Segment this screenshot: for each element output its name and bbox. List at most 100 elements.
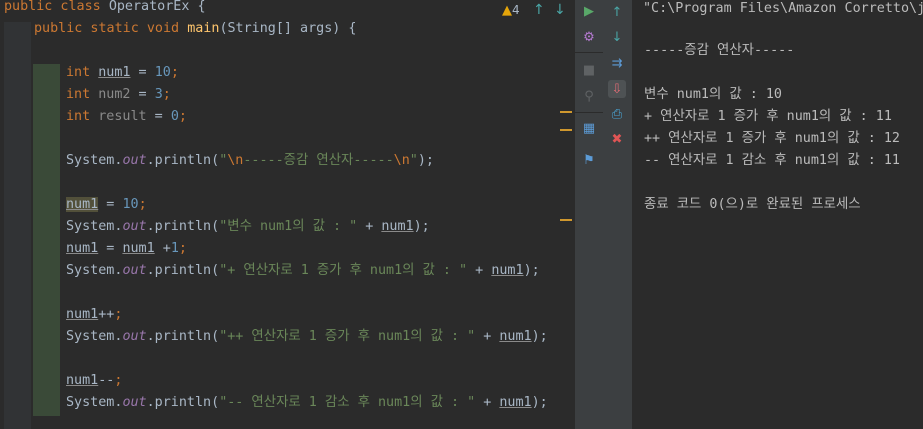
layout-icon[interactable]: ▦ — [580, 119, 598, 137]
keyword: public class — [4, 0, 101, 14]
code-line-print-title[interactable]: System.out.println("\n-----증감 연산자-----\n… — [66, 151, 434, 171]
semicolon: ; — [170, 65, 179, 80]
pin-icon[interactable]: ⚑ — [580, 151, 598, 169]
string-quote: " — [409, 153, 418, 168]
console-line: -- 연산자로 1 감소 후 num1의 값 : 11 — [644, 153, 900, 168]
call-end: ); — [417, 153, 434, 168]
escape-sequence: \n — [393, 153, 410, 168]
stop-icon[interactable]: ■ — [580, 61, 598, 79]
method-call: .println( — [146, 263, 220, 278]
warning-triangle-icon: ▲ — [502, 3, 512, 18]
semicolon: ; — [162, 87, 171, 102]
console-line: 종료 코드 0(으)로 완료된 프로세스 — [644, 197, 861, 212]
operator: + — [475, 329, 500, 344]
operator: = — [130, 65, 155, 80]
variable: num1 — [66, 241, 99, 256]
variable: num1 — [491, 263, 524, 278]
code-editor[interactable]: public class OperatorEx { public static … — [0, 0, 575, 429]
semicolon: ; — [138, 197, 147, 212]
code-line-increment[interactable]: num1++; — [66, 305, 122, 325]
console-line: 변수 num1의 값 : 10 — [644, 87, 782, 102]
keyword: int — [66, 109, 91, 124]
arrow-up-icon[interactable]: ↑ — [533, 2, 545, 18]
number-literal: 3 — [154, 87, 163, 102]
keyword: int — [66, 87, 91, 102]
code-line-print-decrement[interactable]: System.out.println("-- 연산자로 1 감소 후 num1의… — [66, 393, 548, 413]
class-ref: System. — [66, 153, 123, 168]
string-literal: "변수 num1의 값 : " — [219, 219, 358, 234]
static-field: out — [122, 329, 147, 344]
number-literal: 10 — [154, 65, 171, 80]
string-literal: -----증감 연산자----- — [243, 153, 394, 168]
code-line-decl-result[interactable]: int result = 0; — [66, 107, 187, 127]
static-field: out — [122, 219, 147, 234]
call-end: ); — [523, 263, 540, 278]
static-field: out — [122, 263, 147, 278]
code-line-decl-num1[interactable]: int num1 = 10; — [66, 63, 179, 83]
arrow-up-icon[interactable]: ↑ — [608, 3, 626, 21]
call-end: ); — [413, 219, 430, 234]
operator: + — [467, 263, 492, 278]
method-name: main — [187, 21, 220, 36]
static-field: out — [122, 395, 147, 410]
number-literal: 1 — [170, 241, 179, 256]
variable: num1 — [98, 65, 131, 80]
variable-highlighted: num1 — [66, 197, 99, 212]
code-line-assign-num1[interactable]: num1 = 10; — [66, 195, 147, 215]
code-line-decl-num2[interactable]: int num2 = 3; — [66, 85, 171, 105]
code-line-main[interactable]: public static void main(String[] args) { — [34, 19, 357, 39]
soft-wrap-icon[interactable]: ⇉ — [608, 54, 626, 72]
code-line-print-increment[interactable]: System.out.println("++ 연산자로 1 증가 후 num1의… — [66, 327, 548, 347]
scroll-to-end-icon[interactable]: ⇩ — [608, 80, 626, 98]
toolbar-separator — [575, 52, 603, 53]
keyword: public static void — [34, 21, 180, 36]
operator: = — [98, 197, 123, 212]
arrow-down-icon[interactable]: ↓ — [608, 28, 626, 46]
variable: num1 — [381, 219, 414, 234]
gear-icon[interactable]: ⚙ — [580, 28, 598, 46]
attach-debugger-icon[interactable]: ⚲ — [580, 87, 598, 105]
semicolon: ; — [114, 373, 123, 388]
static-field: out — [122, 153, 147, 168]
code-line-add-one[interactable]: num1 = num1 +1; — [66, 239, 187, 259]
variable: num1 — [499, 329, 532, 344]
variable: num1 — [66, 373, 99, 388]
console-line: "C:\Program Files\Amazon Corretto\j — [643, 1, 923, 16]
print-icon[interactable]: ⎙ — [608, 105, 626, 123]
method-call: .println( — [146, 329, 220, 344]
console-line: -----증감 연산자----- — [644, 43, 795, 58]
console-line: + 연산자로 1 증가 후 num1의 값 : 11 — [644, 109, 892, 124]
inspection-widget[interactable]: ▲4 — [502, 3, 520, 18]
method-call: .println( — [146, 219, 220, 234]
code-line-print-value[interactable]: System.out.println("변수 num1의 값 : " + num… — [66, 217, 430, 237]
error-stripe-mark[interactable] — [560, 111, 572, 113]
escape-sequence: \n — [227, 153, 244, 168]
string-literal: "+ 연산자로 1 증가 후 num1의 값 : " — [219, 263, 468, 278]
arrow-down-icon[interactable]: ↓ — [554, 2, 566, 18]
class-ref: System. — [66, 329, 123, 344]
trash-icon[interactable]: ✖ — [608, 130, 626, 148]
string-literal: "-- 연산자로 1 감소 후 num1의 값 : " — [219, 395, 476, 410]
class-ref: System. — [66, 395, 123, 410]
operator: = — [98, 241, 123, 256]
unused-variable: result — [98, 109, 147, 124]
code-line-decrement[interactable]: num1--; — [66, 371, 122, 391]
error-stripe-mark[interactable] — [560, 219, 572, 221]
code-line-class[interactable]: public class OperatorEx { — [4, 0, 206, 17]
method-block-highlight — [33, 64, 60, 416]
error-stripe-mark[interactable] — [560, 129, 572, 131]
string-literal: "++ 연산자로 1 증가 후 num1의 값 : " — [219, 329, 476, 344]
operator: = — [146, 109, 171, 124]
number-literal: 0 — [170, 109, 179, 124]
code-line-print-plus[interactable]: System.out.println("+ 연산자로 1 증가 후 num1의 … — [66, 261, 540, 281]
method-call: .println( — [146, 153, 220, 168]
variable: num1 — [66, 307, 99, 322]
keyword: int — [66, 65, 91, 80]
operator: -- — [98, 373, 115, 388]
run-icon[interactable]: ▶ — [580, 2, 598, 20]
brace: { — [189, 0, 206, 14]
run-console-output[interactable]: "C:\Program Files\Amazon Corretto\j ----… — [632, 0, 923, 429]
call-end: ); — [531, 329, 548, 344]
class-ref: System. — [66, 219, 123, 234]
semicolon: ; — [178, 241, 187, 256]
